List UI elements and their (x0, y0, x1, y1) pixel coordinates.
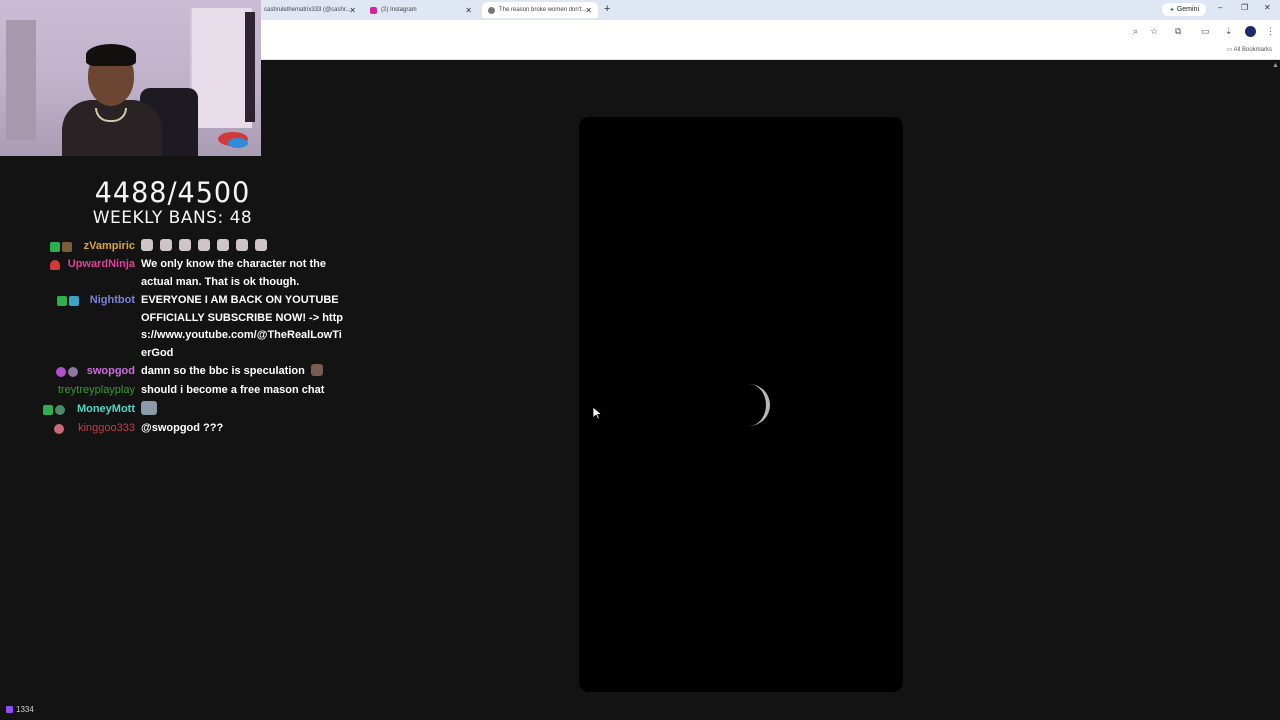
chat-username[interactable]: swopgod (87, 363, 135, 381)
emote-icon (310, 364, 323, 376)
chat-text: EVERYONE I AM BACK ON YOUTUBE OFFICIALLY… (141, 294, 343, 359)
tab-instagram[interactable]: (2) Instagram ✕ (364, 2, 478, 18)
profile-avatar[interactable] (1245, 26, 1256, 37)
instagram-icon (370, 6, 377, 14)
user-badges (50, 260, 60, 270)
extensions-icon[interactable]: ⧉ (1175, 26, 1181, 37)
tab-title: cashrulethematrix333 (@cashr... (264, 7, 351, 13)
zoom-icon[interactable]: ⌕ (1133, 26, 1138, 37)
gemini-label: Gemini (1176, 6, 1200, 13)
viewer-count-value: 1334 (16, 705, 34, 714)
twitch-icon (6, 706, 13, 713)
chat-text: should i become a free mason chat (141, 384, 325, 396)
sub-badge-icon (55, 405, 65, 415)
close-icon[interactable]: ✕ (585, 6, 592, 15)
gift-badge-icon (68, 367, 78, 377)
chat-username[interactable]: Nightbot (90, 292, 135, 310)
close-icon[interactable]: ✕ (465, 6, 472, 15)
emote-icon (179, 239, 191, 251)
emote-icon (255, 239, 267, 251)
chat-emotes (141, 238, 346, 256)
video-player[interactable] (579, 117, 903, 692)
subscriber-badge-icon (54, 424, 64, 434)
emote-icon (141, 239, 153, 251)
user-badges (56, 367, 78, 377)
mouse-cursor-icon (593, 407, 602, 420)
door (190, 8, 252, 128)
download-icon[interactable]: ⇣ (1225, 26, 1233, 37)
sparkle-icon: ✦ (1168, 6, 1175, 14)
user-badges (57, 296, 79, 306)
tab-title: The reason broke women don't... (499, 7, 587, 13)
all-bookmarks-label: All Bookmarks (1233, 47, 1272, 53)
tab-title: (2) Instagram (381, 7, 417, 13)
streamer-hair (86, 44, 136, 66)
emote-icon (217, 239, 229, 251)
shelf (6, 20, 36, 140)
tab-youtube-active[interactable]: The reason broke women don't... ✕ (482, 2, 598, 18)
chat-username[interactable]: treytreyplayplay (58, 382, 135, 400)
user-badges (54, 424, 64, 434)
user-badges (43, 405, 65, 415)
bot-badge-icon (69, 296, 79, 306)
chat-username[interactable]: MoneyMott (77, 401, 135, 419)
emote-icon (198, 239, 210, 251)
menu-icon[interactable]: ⋮ (1266, 26, 1275, 37)
verified-badge-icon (57, 296, 67, 306)
doorway (245, 12, 255, 122)
plus-icon[interactable]: + (604, 3, 610, 15)
chat-text: We only know the character not the actua… (141, 258, 326, 288)
webcam-feed (0, 0, 261, 156)
close-window-icon[interactable]: ✕ (1264, 3, 1271, 12)
folder-icon: ▭ (1226, 47, 1233, 53)
restore-icon[interactable]: ❐ (1241, 3, 1248, 12)
sidepanel-icon[interactable]: ▭ (1201, 26, 1210, 37)
stream-screen: cashrulethematrix333 (@cashr... ✕ (2) In… (0, 0, 1280, 720)
chat-username[interactable]: zVampiric (84, 238, 135, 256)
chat-text: damn so the bbc is speculation (141, 365, 305, 377)
close-icon[interactable]: ✕ (349, 6, 356, 15)
chat-text: @swopgod ??? (141, 422, 224, 434)
weekly-bans: WEEKLY BANS: 48 (92, 208, 253, 228)
chat-emotes (141, 401, 346, 420)
star-icon[interactable]: ☆ (1150, 26, 1158, 37)
blue-object (228, 138, 248, 148)
emote-icon (160, 239, 172, 251)
minimize-icon[interactable]: – (1218, 3, 1222, 12)
scroll-up-icon[interactable]: ▲ (1272, 62, 1279, 69)
ban-counter: 4488/4500 (94, 177, 251, 210)
chat-text-wrap: damn so the bbc is speculation (141, 363, 346, 381)
moderator-badge-icon (50, 260, 60, 270)
chat-username[interactable]: kinggoo333 (78, 420, 135, 438)
globe-icon (488, 6, 495, 14)
verified-badge-icon (50, 242, 60, 252)
user-badges (50, 242, 72, 252)
emote-icon (141, 401, 157, 415)
tab-cashrule[interactable]: cashrulethematrix333 (@cashr... ✕ (258, 2, 362, 18)
bits-badge-icon (62, 242, 72, 252)
viewer-count: 1334 (6, 705, 34, 714)
gemini-button[interactable]: ✦ Gemini (1162, 3, 1206, 16)
chat-username[interactable]: UpwardNinja (68, 256, 135, 274)
verified-badge-icon (43, 405, 53, 415)
all-bookmarks-button[interactable]: ▭ All Bookmarks (1227, 46, 1272, 53)
emote-icon (236, 239, 248, 251)
subscriber-badge-icon (56, 367, 66, 377)
